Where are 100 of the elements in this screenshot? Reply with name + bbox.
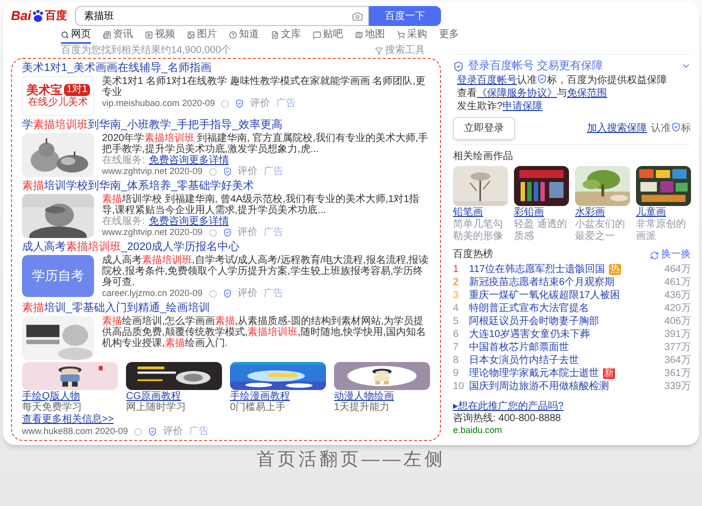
tile-title[interactable]: 手绘漫画教程	[230, 391, 326, 402]
hot-topic-link[interactable]: 新冠疫苗志愿者结束6个月观察期	[469, 276, 615, 289]
hot-count: 436万	[664, 289, 691, 302]
hot-topic-link[interactable]: 117位在韩志愿军烈士遗骸回国	[469, 263, 605, 276]
result-description: 素描绘画培训,怎么学画画素描,从素描质感-圆的结构到素材网站,为学员提供高品质免费,颠覆传统教学模式,素描培训班,随时随地,快学快用,国内知名机构专业授课,素描绘画入门.	[102, 316, 427, 349]
refresh-button[interactable]: 换一换	[650, 249, 691, 261]
hot-count: 364万	[664, 354, 691, 367]
search-tab[interactable]: 资讯	[103, 28, 133, 44]
text-link[interactable]: 免保范围	[567, 88, 607, 99]
hot-topic-link[interactable]: 中国首枚芯片邮票面世	[469, 341, 569, 354]
section-title: 百度热榜	[453, 249, 493, 261]
search-tab[interactable]: 知道	[229, 28, 259, 44]
document-icon	[271, 30, 279, 38]
hot-topic-link[interactable]: 阿根廷议员开会时吻妻子胸部	[469, 315, 599, 328]
tile-title[interactable]: 动漫人物绘画	[334, 391, 430, 402]
play-icon	[145, 30, 153, 38]
painting-title[interactable]: 水彩画	[575, 207, 630, 219]
result-url: career.lyjzmo.cn 2020-09	[102, 288, 203, 299]
hot-count: 377万	[664, 341, 691, 354]
painting-title[interactable]: 儿童画	[636, 207, 691, 219]
painting-title[interactable]: 铅笔画	[453, 207, 508, 219]
text-link[interactable]: 《保障服务协议》	[477, 88, 557, 99]
search-tab[interactable]: 采购	[397, 28, 427, 44]
result-url: www.zghtvip.net 2020-09	[102, 166, 203, 177]
hot-count: 391万	[664, 328, 691, 341]
shield-icon	[537, 74, 547, 84]
rank-number: 4	[453, 302, 460, 315]
tile-title[interactable]: 手绘Q版人物	[22, 391, 118, 402]
shield-icon	[671, 122, 681, 132]
guarantee-bullet: 发生欺诈?申请保障	[456, 101, 544, 113]
tile-caption: 网上随时学习	[126, 402, 187, 413]
hot-count: 406万	[664, 315, 691, 328]
search-tab[interactable]: 视频	[145, 28, 175, 44]
search-tab[interactable]: 图片	[187, 28, 217, 44]
shield-icon	[148, 427, 158, 436]
login-button[interactable]: 立即登录	[453, 117, 515, 140]
hot-topic-link[interactable]: 理论物理学家戴元本院士逝世	[469, 367, 599, 380]
tile-caption: 1天提升能力	[334, 402, 391, 413]
map-icon	[355, 30, 363, 38]
text-link[interactable]: 申请保障	[502, 101, 543, 112]
result-title[interactable]: 素描培训_零基础入门到精通_绘画培训	[22, 302, 430, 315]
circle-icon	[208, 168, 217, 176]
result-title[interactable]: 素描培训学校到华南_体系培养_零基础学好美术	[22, 180, 430, 193]
service-label: 在线服务:	[102, 216, 145, 227]
camera-icon[interactable]	[352, 11, 363, 22]
hot-topic-link[interactable]: 特朗普正式宣布大法官提名	[469, 302, 589, 315]
hot-topic-link[interactable]: 大连10岁遇害女童仍未下葬	[469, 328, 590, 341]
painting-caption: 非常原创的画派	[636, 219, 687, 243]
shield-icon	[235, 99, 244, 108]
chat-icon	[313, 30, 321, 38]
hot-count: 361万	[664, 367, 691, 380]
service-link[interactable]: 免费咨询更多详情	[148, 216, 229, 227]
course-badge: 学历自考	[22, 255, 94, 297]
tile-caption: 0门槛易上手	[230, 402, 287, 413]
baidu-logo[interactable]: Bai 百度	[11, 6, 68, 26]
search-button[interactable]: 百度一下	[369, 6, 441, 26]
ad-label: 广告	[264, 227, 284, 238]
shield-icon	[222, 167, 232, 176]
circle-icon	[134, 428, 142, 436]
badge-note: 认准 标	[651, 121, 691, 136]
result-title[interactable]: 学素描培训班到华南_小班教学_手把手指导_效率更高	[22, 119, 430, 132]
result-description: 2020年学素描培训班 到福建华南, 官方直属院校,我们有专业的美术大师,手把手教学,提升学员美术功底,激发学员想象力,虎...	[102, 133, 430, 155]
promo-phone: 咨询热线: 400-800-8888	[453, 413, 562, 425]
hot-topic-link[interactable]: 国庆到周边旅游不用做核酸检测	[469, 380, 609, 393]
hot-count: 420万	[664, 302, 691, 315]
topic-badge: 新	[603, 368, 615, 379]
rank-number: 9	[453, 367, 460, 380]
hot-count: 339万	[664, 380, 691, 393]
cart-icon	[397, 30, 405, 38]
more-link[interactable]: 查看更多相关信息>>	[22, 414, 114, 425]
painting-caption: 小盆友们的最爱之一	[575, 219, 626, 243]
hot-topic-link[interactable]: 日本女演员竹内结子去世	[469, 354, 579, 367]
result-description: 成人高考素描培训班,自学考试/成人高考/远程教育/电大流程,报名流程,报读院校,报考条件,免费领取个人学历提升方案,学生较上班族报考容易,学历终身可查.	[102, 255, 430, 288]
search-tab[interactable]: 更多	[439, 28, 459, 44]
tile-title[interactable]: CG原画教程	[126, 391, 222, 402]
join-link[interactable]: 加入搜索保障	[587, 121, 647, 136]
service-label: 在线服务:	[102, 155, 145, 166]
circle-icon	[221, 100, 230, 108]
shield-icon	[453, 60, 464, 72]
painting-title[interactable]: 彩铅画	[514, 207, 569, 219]
hot-topic-link[interactable]: 重庆一煤矿一氧化碳超限17人被困	[469, 289, 620, 302]
search-tab[interactable]: 文库	[271, 28, 301, 44]
result-description: 美术1对1 名师1对1在线教学 趣味性教学模式在家就能学画画 名师团队,更专业	[102, 76, 426, 98]
result-title[interactable]: 成人高考素描培训班_2020成人学历报名中心	[22, 241, 430, 254]
search-field[interactable]: 素描班	[75, 6, 369, 26]
search-tab[interactable]: 网页	[61, 28, 91, 44]
result-title[interactable]: 美术1对1_美术画画在线辅导_名师指画	[22, 62, 430, 75]
guarantee-bullet: 登录百度帐号认准 标，百度为你提供权益保障	[456, 74, 668, 87]
rank-number: 2	[453, 276, 460, 289]
hot-count: 464万	[664, 263, 691, 276]
ad-label: 广告	[264, 288, 284, 299]
search-tab[interactable]: 贴吧	[313, 28, 343, 44]
section-title: 相关绘画作品	[453, 151, 514, 163]
rank-number: 1	[453, 263, 460, 276]
search-tab[interactable]: 地图	[355, 28, 385, 44]
text-link[interactable]: 登录百度帐号	[457, 75, 517, 86]
refresh-icon	[650, 250, 659, 260]
service-link[interactable]: 免费咨询更多详情	[148, 155, 229, 166]
promo-link[interactable]: ▸想在此推广您的产品吗?	[453, 401, 691, 413]
hot-count: 461万	[664, 276, 691, 289]
